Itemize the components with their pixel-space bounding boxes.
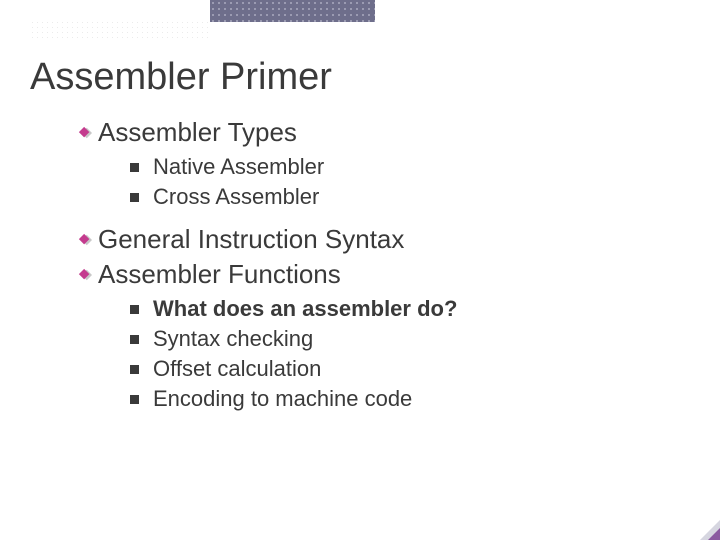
sub-bullet-label: Cross Assembler xyxy=(153,184,319,210)
decorative-accent-block xyxy=(210,0,375,22)
bullet-section: Assembler Functions xyxy=(78,259,690,290)
diamond-icon xyxy=(78,268,92,282)
slide-title: Assembler Primer xyxy=(30,56,690,99)
sub-bullet-item: What does an assembler do? xyxy=(130,296,690,322)
square-icon xyxy=(130,163,139,172)
square-icon xyxy=(130,365,139,374)
sub-bullet-label: Syntax checking xyxy=(153,326,313,352)
sub-bullet-label: Encoding to machine code xyxy=(153,386,412,412)
square-icon xyxy=(130,305,139,314)
bullet-item: General Instruction Syntax xyxy=(78,224,690,255)
sub-bullet-list: Native Assembler Cross Assembler xyxy=(130,154,690,210)
sub-bullet-label: Native Assembler xyxy=(153,154,324,180)
bullet-label: Assembler Functions xyxy=(98,259,341,290)
sub-bullet-list: What does an assembler do? Syntax checki… xyxy=(130,296,690,412)
square-icon xyxy=(130,193,139,202)
sub-bullet-item: Syntax checking xyxy=(130,326,690,352)
corner-accent-icon xyxy=(690,510,720,540)
square-icon xyxy=(130,395,139,404)
bullet-section: Assembler Types xyxy=(78,117,690,148)
bullet-label: Assembler Types xyxy=(98,117,297,148)
bullet-label: General Instruction Syntax xyxy=(98,224,404,255)
sub-bullet-item: Encoding to machine code xyxy=(130,386,690,412)
bullet-item: Assembler Types xyxy=(78,117,690,148)
sub-bullet-item: Offset calculation xyxy=(130,356,690,382)
bullet-item: Assembler Functions xyxy=(78,259,690,290)
slide: Assembler Primer Assembler Types Native … xyxy=(0,0,720,540)
sub-bullet-item: Native Assembler xyxy=(130,154,690,180)
diamond-icon xyxy=(78,233,92,247)
diamond-icon xyxy=(78,126,92,140)
sub-bullet-label: What does an assembler do? xyxy=(153,296,457,322)
square-icon xyxy=(130,335,139,344)
sub-bullet-item: Cross Assembler xyxy=(130,184,690,210)
decorative-dots-top xyxy=(30,20,210,38)
bullet-section: General Instruction Syntax xyxy=(78,224,690,255)
sub-bullet-label: Offset calculation xyxy=(153,356,321,382)
